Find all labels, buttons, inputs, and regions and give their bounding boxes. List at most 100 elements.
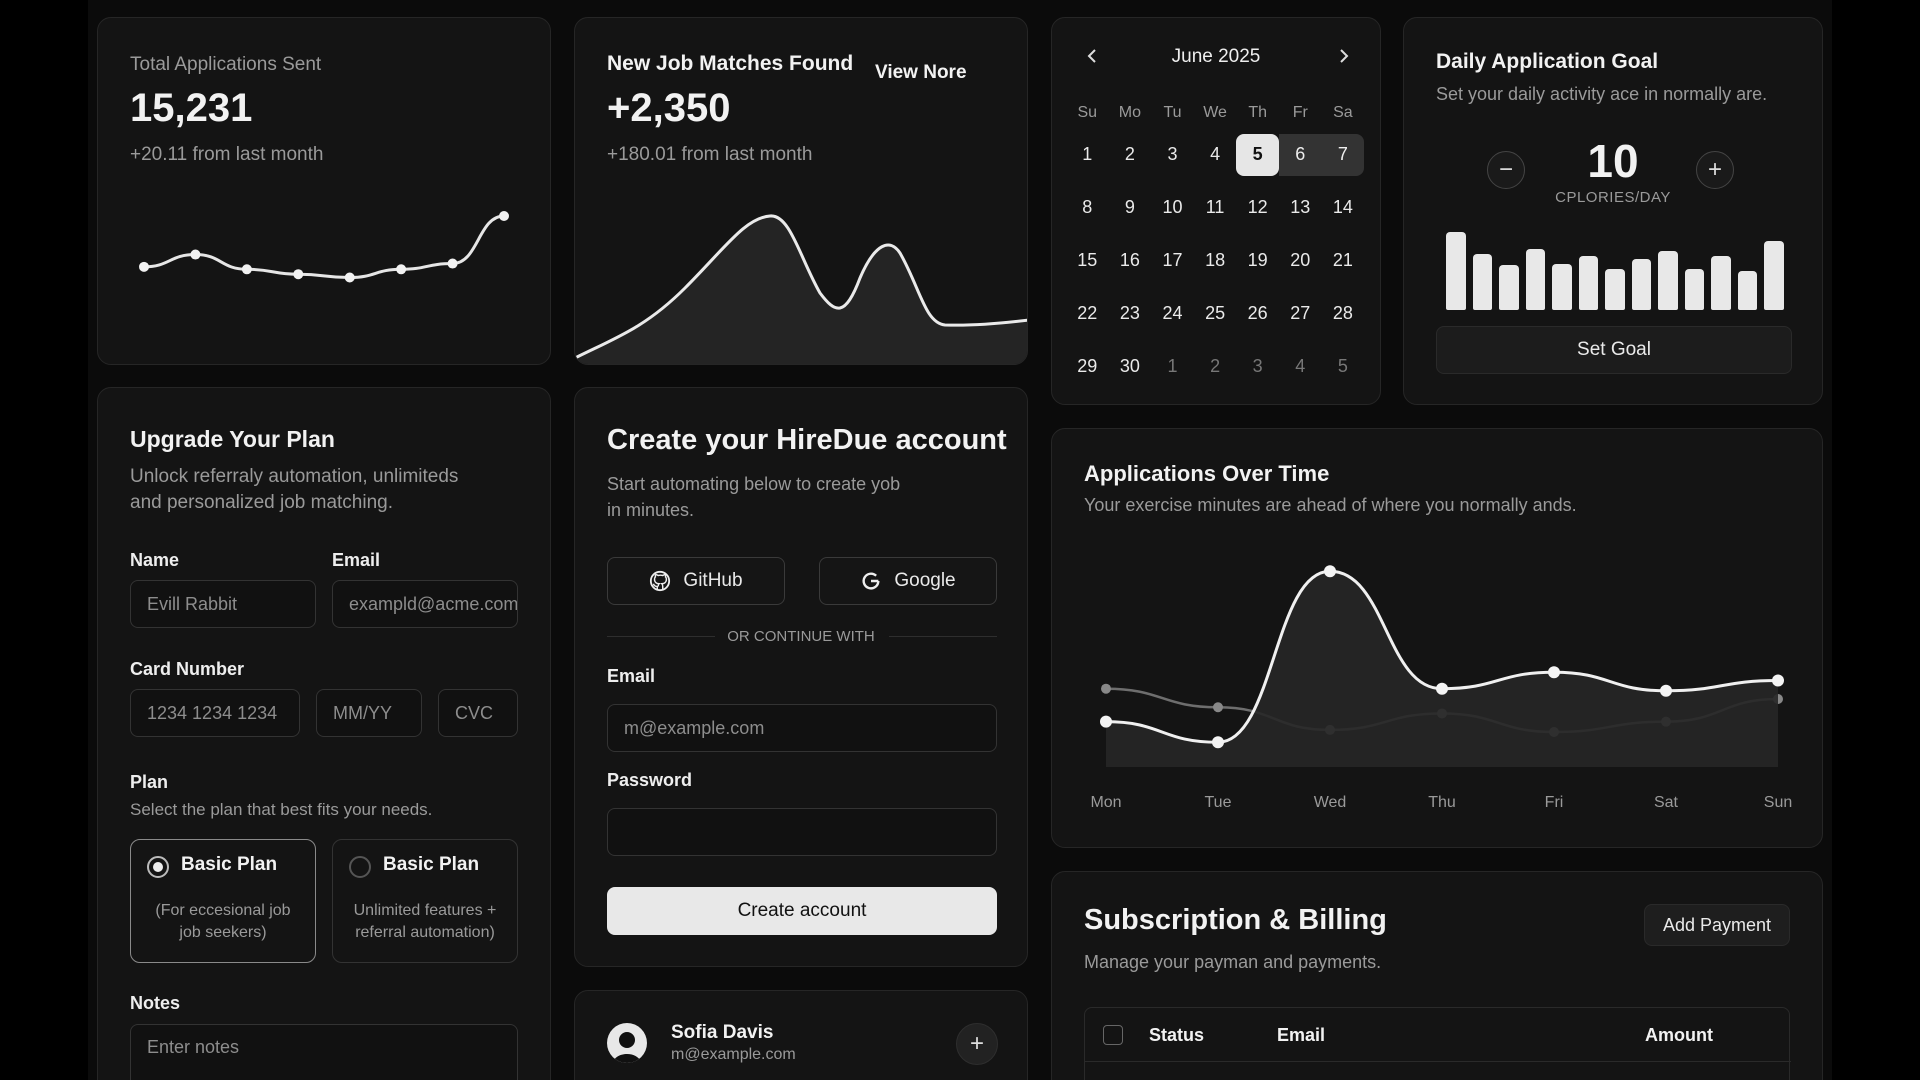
calendar-day[interactable]: 4 [1279, 346, 1322, 388]
card-number-input[interactable]: 1234 1234 1234 [130, 689, 300, 737]
goal-bar [1499, 265, 1519, 310]
account-email-input[interactable]: m@example.com [607, 704, 997, 752]
plan-option-unlimited[interactable]: Basic Plan Unlimited features + referral… [332, 839, 518, 963]
calendar-day[interactable]: 3 [1236, 346, 1279, 388]
plan-option-basic[interactable]: Basic Plan (For eccesional job job seeke… [130, 839, 316, 963]
calendar-day[interactable]: 4 [1194, 134, 1237, 176]
calendar-day[interactable]: 8 [1066, 187, 1109, 229]
cal-next-icon[interactable] [1332, 44, 1356, 68]
calendar-week-row: 8 9 10 11 12 13 14 [1066, 181, 1368, 234]
increase-goal-button[interactable]: + [1696, 151, 1734, 189]
calendar-day[interactable]: 13 [1279, 187, 1322, 229]
calendar-day[interactable]: 29 [1066, 346, 1109, 388]
expiry-input[interactable]: MM/YY [316, 689, 422, 737]
calendar-weekday: Th [1248, 104, 1267, 121]
set-goal-button[interactable]: Set Goal [1436, 326, 1792, 374]
plan-description: Select the plan that best fits your need… [130, 800, 433, 819]
calendar-day[interactable]: 17 [1151, 240, 1194, 282]
cvc-input[interactable]: CVC [438, 689, 518, 737]
calendar-weekday: Mo [1118, 104, 1141, 121]
name-input[interactable]: Evill Rabbit [130, 580, 316, 628]
account-email-label: Email [607, 666, 656, 686]
create-account-subtitle-line1: Start automating below to create yob [607, 474, 901, 494]
calendar-day[interactable]: 2 [1194, 346, 1237, 388]
goal-bar [1684, 269, 1704, 310]
notes-input[interactable]: Enter notes [130, 1024, 518, 1080]
google-icon [862, 572, 880, 590]
series-point-0 [1772, 674, 1784, 687]
select-all-checkbox[interactable] [1103, 1025, 1123, 1045]
billing-title: Subscription & Billing [1084, 904, 1387, 936]
goal-bar [1605, 269, 1625, 310]
calendar-day[interactable]: 10 [1151, 187, 1194, 229]
plan-radio-unselected[interactable] [349, 856, 371, 878]
calendar-day[interactable]: 3 [1151, 134, 1194, 176]
calendar-day[interactable]: 5 [1236, 133, 1279, 176]
calendar-day[interactable]: 20 [1279, 240, 1322, 282]
view-more-link[interactable]: View Nore [875, 62, 967, 84]
goal-bar [1525, 249, 1545, 310]
total-applications-trend-chart [139, 211, 509, 283]
calendar-day[interactable]: 1 [1066, 134, 1109, 176]
name-label: Name [130, 550, 180, 570]
plan-option-description: Unlimited features + referral automation… [343, 900, 507, 944]
google-button-label: Google [894, 570, 956, 591]
calendar-week-row: 22 23 24 25 26 27 28 [1066, 287, 1368, 340]
calendar-weekday-row: Su Mo Tu We Th Fr Sa [1066, 98, 1368, 128]
column-amount[interactable]: Amount [1645, 1025, 1713, 1046]
calendar-day[interactable]: 7 [1321, 133, 1365, 176]
calendar-week-row: 1234567 [1066, 128, 1368, 181]
goal-bar [1764, 241, 1784, 310]
calendar-day[interactable]: 2 [1109, 134, 1152, 176]
series-point-1 [1213, 702, 1223, 713]
series-point-0 [1660, 684, 1672, 697]
calendar-day[interactable]: 19 [1236, 240, 1279, 282]
calendar-day[interactable]: 26 [1236, 293, 1279, 335]
calendar-day[interactable]: 24 [1151, 293, 1194, 335]
calendar-day[interactable]: 16 [1109, 240, 1152, 282]
plan-option-title: Basic Plan [181, 854, 278, 875]
calendar-day[interactable]: 9 [1109, 187, 1152, 229]
column-status[interactable]: Status [1149, 1025, 1204, 1046]
divider-right [889, 636, 997, 637]
daily-goal-card: Daily Application Goal Set your daily ac… [1403, 17, 1823, 405]
column-email[interactable]: Email [1277, 1025, 1325, 1046]
job-matches-value: +2,350 [607, 86, 731, 130]
add-payment-button[interactable]: Add Payment [1644, 904, 1790, 946]
plan-radio-selected[interactable] [147, 856, 169, 878]
google-button[interactable]: Google [819, 557, 997, 605]
calendar-day[interactable]: 1 [1151, 346, 1194, 388]
profile-name: Sofia Davis [671, 1022, 774, 1043]
create-account-card: Create your HireDue account Start automa… [574, 387, 1028, 967]
calendar-day[interactable]: 11 [1194, 187, 1237, 229]
add-contact-button[interactable]: + [956, 1023, 998, 1065]
create-account-button[interactable]: Create account [607, 887, 997, 935]
email-input[interactable]: exampld@acme.com [332, 580, 518, 628]
calendar-weekday: We [1203, 104, 1227, 121]
calendar-day[interactable]: 25 [1194, 293, 1237, 335]
upgrade-title: Upgrade Your Plan [130, 426, 335, 452]
password-input[interactable] [607, 808, 997, 856]
x-tick-label: Mon [1090, 794, 1121, 811]
calendar-day[interactable]: 12 [1236, 187, 1279, 229]
trend-point [447, 258, 458, 269]
calendar-day[interactable]: 18 [1194, 240, 1237, 282]
series-area-0 [1106, 571, 1778, 767]
github-button[interactable]: GitHub [607, 557, 785, 605]
calendar-day[interactable]: 14 [1322, 187, 1365, 229]
calendar-day[interactable]: 22 [1066, 293, 1109, 335]
avatar [607, 1023, 647, 1063]
calendar-day[interactable]: 5 [1322, 346, 1365, 388]
job-matches-card: New Job Matches Found View Nore +2,350 +… [574, 17, 1028, 365]
calendar-day[interactable]: 27 [1279, 293, 1322, 335]
calendar-week-row: 15 16 17 18 19 20 21 [1066, 234, 1368, 287]
calendar-day[interactable]: 21 [1322, 240, 1365, 282]
calendar-card: June 2025 Su Mo Tu We Th Fr Sa 1 2 3 4 5 6 7 8 9 10 11 12 1… [1051, 17, 1381, 405]
calendar-day[interactable]: 28 [1322, 293, 1365, 335]
calendar-day[interactable]: 30 [1109, 346, 1152, 388]
calendar-day[interactable]: 23 [1109, 293, 1152, 335]
total-applications-delta: +20.11 from last month [130, 144, 324, 165]
calendar-day[interactable]: 6 [1278, 133, 1322, 176]
calendar-day[interactable]: 15 [1066, 240, 1109, 282]
profile-email: m@example.com [671, 1046, 796, 1063]
